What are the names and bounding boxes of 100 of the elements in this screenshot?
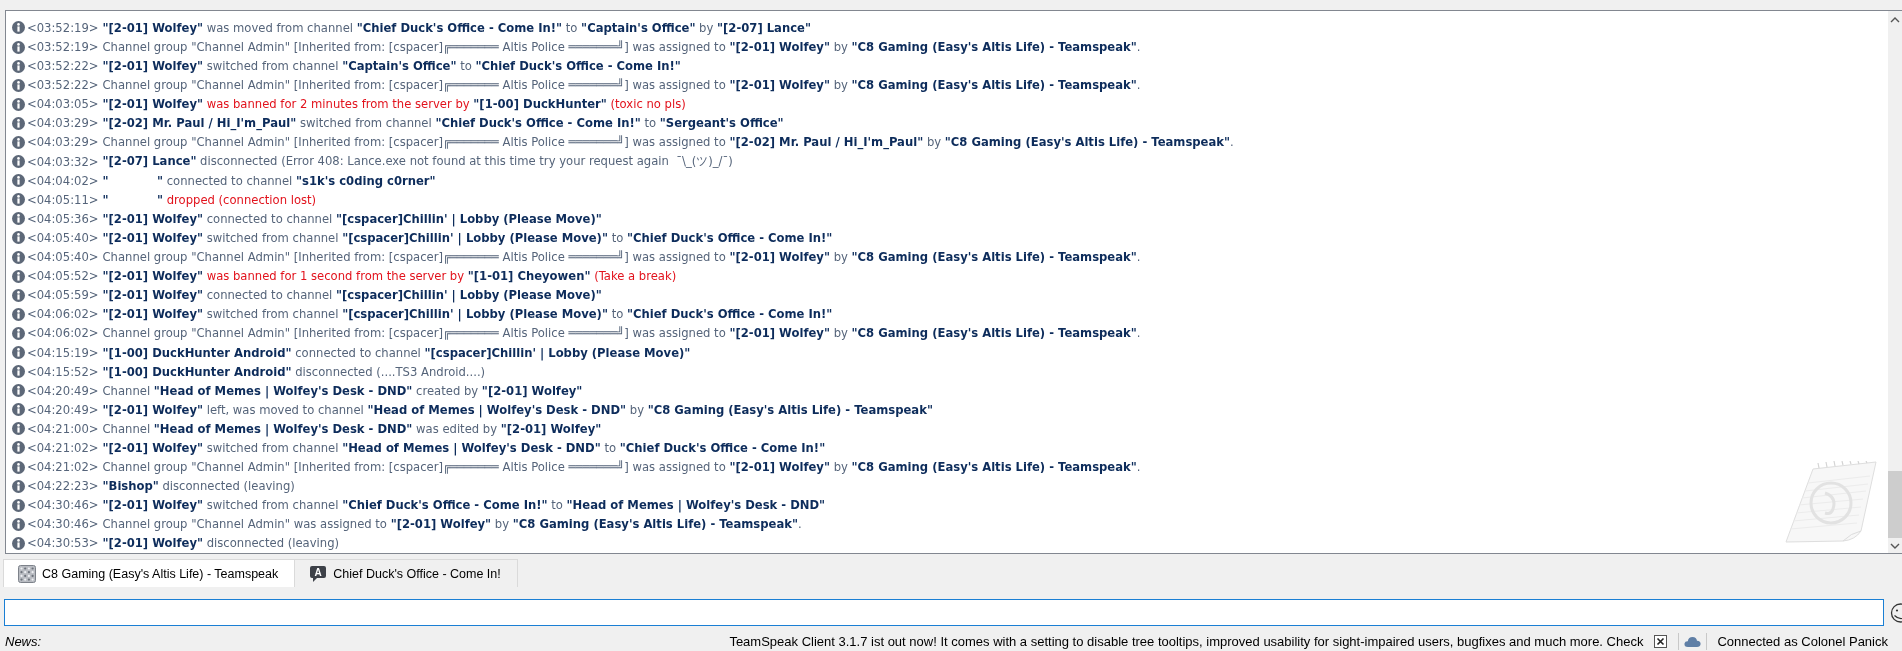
info-icon [12, 384, 25, 398]
log-message: "Bishop" disconnected (leaving) [102, 479, 295, 494]
scrollbar[interactable] [1888, 11, 1902, 553]
info-icon [12, 250, 25, 264]
log-message: Channel "Head of Memes | Wolfey's Desk - DND" created by "[2-01] Wolfey" [102, 383, 583, 398]
log-message: "[2-01] Wolfey" switched from channel "Chief Duck's Office - Come In!" to "Head of Memes | Wolfey's Desk - DND" [102, 498, 826, 513]
info-icon [12, 193, 25, 207]
log-message: "[2-01] Wolfey" switched from channel "[cspacer]Chillin' | Lobby (Please Move)" to "Chief Duck's Office - Come In!" [102, 230, 833, 245]
log-message: "[2-01] Wolfey" connected to channel "[cspacer]Chillin' | Lobby (Please Move)" [102, 211, 602, 226]
info-icon [12, 269, 25, 283]
smiley-icon[interactable] [1890, 602, 1902, 623]
info-icon [12, 78, 25, 92]
info-icon [12, 346, 25, 359]
log-message: Channel group "Channel Admin" [Inherited from: [cspacer]╔═══════ Altis Police ═══════╝] was assigned to "[2-01] Wolfey" by "C8 Gaming (Easy's Altis Life) - Teamspeak". [102, 78, 1141, 93]
info-icon [12, 97, 25, 111]
log-timestamp: <04:04:02> [27, 173, 99, 188]
scroll-down-icon[interactable] [1890, 543, 1900, 549]
info-icon [12, 231, 25, 245]
log-message: "[2-01] Wolfey" connected to channel "[cspacer]Chillin' | Lobby (Please Move)" [102, 288, 602, 303]
log-message: "[1-00] DuckHunter Android" disconnected (....TS3 Android....) [102, 364, 486, 379]
close-icon[interactable] [1654, 635, 1668, 648]
log-timestamp: <04:03:32> [27, 154, 99, 169]
tab[interactable]: A Chief Duck's Office - Come In! [295, 559, 518, 587]
info-icon [12, 498, 25, 512]
log-timestamp: <03:52:19> [27, 20, 99, 35]
info-icon [12, 536, 25, 550]
log-message: "[2-01] Wolfey" was banned for 1 second from the server by "[1-01] Cheyowen" (Take a break) [102, 269, 677, 284]
log-timestamp: <04:30:46> [27, 498, 99, 513]
log-timestamp: <04:03:05> [27, 97, 99, 112]
info-icon [12, 307, 25, 321]
log-message: "[2-07] Lance" disconnected (Error 408: Lance.exe not found at this time try your request again ¯\_(ツ)_/¯) [102, 154, 733, 170]
log-timestamp: <04:30:46> [27, 517, 99, 532]
log-timestamp: <04:05:40> [27, 230, 99, 245]
log-message: "[1-00] DuckHunter Android" connected to channel "[cspacer]Chillin' | Lobby (Please Move)" [102, 345, 691, 360]
info-icon [12, 326, 25, 340]
log-timestamp: <04:21:02> [27, 460, 99, 475]
info-icon [12, 479, 25, 493]
log-message: "[2-02] Mr. Paul / Hi_I'm_Paul" switched from channel "Chief Duck's Office - Come In!" to "Sergeant's Office" [102, 116, 784, 131]
log-message: "[2-01] Wolfey" switched from channel "Head of Memes | Wolfey's Desk - DND" to "Chief Duck's Office - Come In!" [102, 441, 826, 455]
log-message: "[2-01] Wolfey" switched from channel "Captain's Office" to "Chief Duck's Office - Come In!" [102, 59, 681, 74]
log-timestamp: <04:15:52> [27, 364, 99, 379]
info-icon [12, 422, 25, 436]
log-timestamp: <03:52:22> [27, 59, 99, 74]
info-icon [12, 40, 25, 54]
dotted-tile-icon [18, 564, 36, 583]
scroll-up-icon[interactable] [1890, 17, 1900, 23]
log-message: "[2-01] Wolfey" disconnected (leaving) [102, 536, 339, 551]
log-timestamp: <04:20:49> [27, 383, 99, 398]
log-timestamp: <04:22:23> [27, 479, 99, 494]
log-timestamp: <04:06:02> [27, 326, 99, 341]
log-message: " " connected to channel "s1k's c0ding c0rner" [102, 173, 436, 188]
info-icon [12, 460, 25, 474]
info-icon [12, 116, 25, 130]
info-icon [12, 136, 25, 149]
log-timestamp: <04:15:19> [27, 345, 99, 360]
log-message: Channel group "Channel Admin" [Inherited from: [cspacer]╔═══════ Altis Police ═══════╝] was assigned to "[2-01] Wolfey" by "C8 Gaming (Easy's Altis Life) - Teamspeak". [102, 460, 1141, 475]
log-timestamp: <04:05:52> [27, 269, 99, 284]
notepad-icon [1785, 461, 1877, 543]
info-icon [12, 155, 25, 169]
info-icon [12, 403, 25, 417]
tab[interactable]: C8 Gaming (Easy's Altis Life) - Teamspeak [3, 559, 296, 587]
log-message: "[2-01] Wolfey" switched from channel "[cspacer]Chillin' | Lobby (Please Move)" to "Chief Duck's Office - Come In!" [102, 307, 833, 322]
news-label: News: [5, 634, 42, 649]
log-message: Channel group "Channel Admin" [Inherited from: [cspacer]╔═══════ Altis Police ═══════╝] was assigned to "[2-02] Mr. Paul / Hi_I'm_Paul" by "C8 Gaming (Easy's Altis Life) - Teamspeak". [102, 135, 1234, 150]
info-icon [12, 59, 25, 73]
chat-input-field[interactable] [4, 599, 1884, 626]
info-icon [12, 174, 25, 188]
connection-status: Connected as Colonel Panick [1717, 634, 1888, 649]
log-message: " " dropped (connection lost) [102, 192, 317, 207]
log-message: Channel "Head of Memes | Wolfey's Desk - DND" was edited by "[2-01] Wolfey" [102, 421, 602, 436]
log-timestamp: <03:52:22> [27, 78, 99, 93]
log-message: Channel group "Channel Admin" [Inherited from: [cspacer]╔═══════ Altis Police ═══════╝] was assigned to "[2-01] Wolfey" by "C8 Gaming (Easy's Altis Life) - Teamspeak". [102, 326, 1141, 341]
cloud-icon[interactable] [1684, 636, 1702, 647]
log-message: Channel group "Channel Admin" [Inherited from: [cspacer]╔═══════ Altis Police ═══════╝] was assigned to "[2-01] Wolfey" by "C8 Gaming (Easy's Altis Life) - Teamspeak". [102, 40, 1141, 54]
log-message: Channel group "Channel Admin" was assigned to "[2-01] Wolfey" by "C8 Gaming (Easy's Altis Life) - Teamspeak". [102, 517, 802, 532]
log-timestamp: <04:21:02> [27, 441, 99, 455]
log-timestamp: <04:21:00> [27, 421, 99, 436]
log-timestamp: <04:05:40> [27, 250, 99, 265]
log-timestamp: <04:05:59> [27, 288, 99, 303]
log-timestamp: <04:30:53> [27, 536, 99, 551]
info-icon [12, 365, 25, 379]
info-icon [12, 21, 25, 35]
log-timestamp: <04:05:11> [27, 192, 99, 207]
info-icon [12, 288, 25, 302]
log-message: "[2-01] Wolfey" was banned for 2 minutes from the server by "[1-00] DuckHunter" (toxic no pls) [102, 97, 686, 112]
log-timestamp: <04:20:49> [27, 402, 99, 417]
news-ticker: TeamSpeak Client 3.1.7 ist out now! It comes with a setting to disable tree tooltips, improved usability for sight-impaired users, bugfixes and much more. Check [729, 634, 1644, 649]
log-message: "[2-01] Wolfey" was moved from channel "Chief Duck's Office - Come In!" to "Captain's Office" by "[2-07] Lance" [102, 20, 811, 35]
scrollbar-thumb[interactable] [1888, 471, 1902, 538]
log-message: "[2-01] Wolfey" left, was moved to channel "Head of Memes | Wolfey's Desk - DND" by "C8 Gaming (Easy's Altis Life) - Teamspeak" [102, 402, 933, 417]
info-icon [12, 441, 25, 455]
log-timestamp: <04:05:36> [27, 211, 99, 226]
info-icon [12, 517, 25, 531]
log-timestamp: <04:06:02> [27, 307, 99, 322]
speech-bubble-icon: A [309, 564, 328, 583]
log-message: Channel group "Channel Admin" [Inherited from: [cspacer]╔═══════ Altis Police ═══════╝] was assigned to "[2-01] Wolfey" by "C8 Gaming (Easy's Altis Life) - Teamspeak". [102, 250, 1141, 265]
log-timestamp: <04:03:29> [27, 116, 99, 131]
log-timestamp: <04:03:29> [27, 135, 99, 150]
log-timestamp: <03:52:19> [27, 40, 99, 54]
info-icon [12, 212, 25, 226]
